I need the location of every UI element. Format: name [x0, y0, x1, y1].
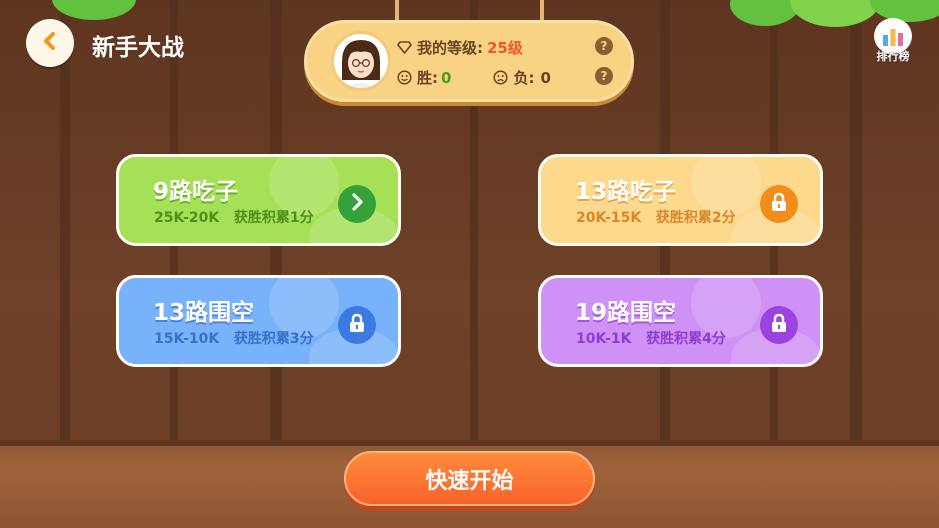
- play-button[interactable]: [338, 185, 376, 223]
- reward-text: 获胜积累1分: [233, 210, 314, 226]
- frown-icon: [493, 70, 508, 85]
- lock-icon: [770, 192, 788, 216]
- help-icon[interactable]: ?: [595, 37, 613, 55]
- reward-text: 获胜积累3分: [233, 331, 314, 347]
- losses-value: 0: [540, 68, 551, 87]
- avatar[interactable]: [331, 31, 391, 91]
- mode-title: 19路围空: [575, 300, 677, 326]
- leaderboard-button[interactable]: 排行榜: [872, 18, 914, 64]
- level-row: 我的等级: 25级: [397, 37, 523, 58]
- tree-trunk: [60, 0, 70, 445]
- lock-button[interactable]: [760, 306, 798, 344]
- back-button[interactable]: [26, 19, 74, 67]
- lock-icon: [348, 313, 366, 337]
- record-row: 胜: 0 负: 0: [397, 67, 551, 88]
- mode-card-19-territory[interactable]: 19路围空 10K-1K 获胜积累4分: [538, 275, 823, 367]
- rank-range: 20K-15K: [576, 210, 642, 226]
- mode-subtitle: 10K-1K 获胜积累4分: [576, 328, 726, 348]
- mode-card-13-capture[interactable]: 13路吃子 20K-15K 获胜积累2分: [538, 154, 823, 246]
- lock-button[interactable]: [338, 306, 376, 344]
- rank-range: 10K-1K: [576, 331, 632, 347]
- mode-card-9-capture[interactable]: 9路吃子 25K-20K 获胜积累1分: [116, 154, 401, 246]
- page-title: 新手大战: [92, 35, 184, 61]
- help-icon[interactable]: ?: [595, 67, 613, 85]
- chevron-left-icon: [41, 32, 59, 54]
- chevron-right-icon: [349, 193, 365, 215]
- wins-value: 0: [441, 68, 452, 87]
- rank-range: 25K-20K: [154, 210, 220, 226]
- level-label: 我的等级:: [417, 39, 483, 57]
- mode-title: 9路吃子: [153, 179, 239, 205]
- smile-icon: [397, 70, 412, 85]
- floor-edge: [0, 440, 939, 446]
- mode-title: 13路吃子: [575, 179, 677, 205]
- wins-label: 胜:: [417, 69, 438, 87]
- mode-card-13-territory[interactable]: 13路围空 15K-10K 获胜积累3分: [116, 275, 401, 367]
- tree-trunk: [850, 0, 862, 445]
- reward-text: 获胜积累4分: [646, 331, 726, 347]
- diamond-icon: [397, 41, 412, 54]
- leaderboard-label: 排行榜: [876, 50, 910, 63]
- mode-subtitle: 15K-10K 获胜积累3分: [154, 328, 314, 348]
- reward-text: 获胜积累2分: [655, 210, 736, 226]
- mode-subtitle: 20K-15K 获胜积累2分: [576, 207, 736, 227]
- level-value: 25级: [487, 39, 523, 57]
- quick-start-button[interactable]: 快速开始: [344, 451, 595, 506]
- player-profile-plaque: 我的等级: 25级 ? 胜: 0 负: 0 ?: [304, 20, 634, 102]
- mode-title: 13路围空: [153, 300, 255, 326]
- lock-icon: [770, 313, 788, 337]
- mode-subtitle: 25K-20K 获胜积累1分: [154, 207, 314, 227]
- lock-button[interactable]: [760, 185, 798, 223]
- rank-range: 15K-10K: [154, 331, 220, 347]
- losses-label: 负:: [513, 69, 535, 87]
